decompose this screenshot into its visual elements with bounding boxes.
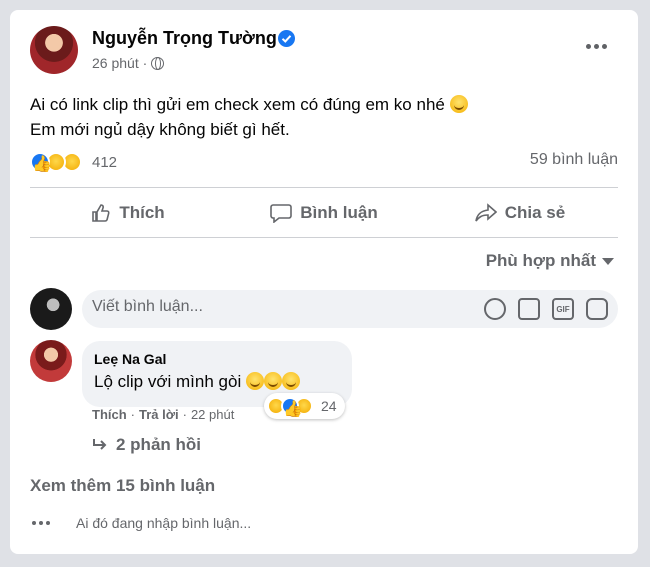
comment-button[interactable]: Bình luận bbox=[226, 190, 422, 236]
post-time[interactable]: 26 phút · bbox=[92, 55, 147, 71]
reaction-summary[interactable]: 412 bbox=[30, 152, 117, 172]
grin-emoji-icon bbox=[263, 372, 282, 390]
comment-label: Bình luận bbox=[300, 203, 378, 222]
comment-text-content: Lộ clip với mình gòi bbox=[94, 372, 242, 391]
globe-icon bbox=[151, 56, 165, 70]
typing-text: Ai đó đang nhập bình luận... bbox=[76, 515, 252, 531]
comment-count[interactable]: 59 bình luận bbox=[530, 151, 618, 169]
view-replies[interactable]: 2 phản hồi bbox=[92, 435, 201, 455]
camera-icon[interactable] bbox=[518, 298, 540, 320]
author-avatar[interactable] bbox=[30, 26, 78, 74]
comment-input[interactable] bbox=[92, 298, 462, 316]
grin-emoji-icon bbox=[245, 372, 264, 390]
composer-icons: GIF bbox=[484, 298, 608, 320]
comment-icon bbox=[270, 204, 293, 223]
comment-reply-link[interactable]: Trả lời bbox=[139, 407, 179, 422]
reaction-count: 412 bbox=[92, 153, 118, 171]
comment-like-link[interactable]: Thích bbox=[92, 407, 127, 422]
more-icon[interactable] bbox=[578, 34, 614, 58]
share-button[interactable]: Chia sẻ bbox=[422, 190, 618, 236]
like-button[interactable]: Thích bbox=[30, 190, 226, 236]
typing-indicator: Ai đó đang nhập bình luận... bbox=[32, 515, 251, 531]
post-card: Nguyễn Trọng Tường 26 phút · Ai có link … bbox=[10, 10, 638, 554]
share-label: Chia sẻ bbox=[504, 203, 566, 222]
comment-reactions[interactable]: 24 bbox=[264, 393, 345, 419]
commenter-avatar[interactable] bbox=[30, 340, 72, 382]
caret-icon bbox=[602, 257, 614, 265]
reply-arrow-icon bbox=[93, 439, 107, 450]
replies-label: 2 phản hồi bbox=[116, 435, 201, 454]
my-avatar[interactable] bbox=[30, 288, 72, 330]
sort-label: Phù hợp nhất bbox=[485, 251, 596, 270]
like-reaction-icon bbox=[281, 397, 299, 415]
divider bbox=[30, 187, 618, 188]
see-more-comments[interactable]: Xem thêm 15 bình luận bbox=[30, 476, 215, 496]
grin-emoji-icon bbox=[281, 372, 300, 390]
sort-dropdown[interactable]: Phù hợp nhất bbox=[486, 251, 614, 271]
comment-composer[interactable]: GIF bbox=[82, 290, 618, 328]
author-name[interactable]: Nguyễn Trọng Tường bbox=[92, 28, 277, 49]
comment-text: Lộ clip với mình gòi bbox=[94, 372, 300, 392]
smile-emoji-icon bbox=[449, 95, 468, 113]
gif-icon[interactable]: GIF bbox=[552, 298, 574, 320]
post-text: Ai có link clip thì gửi em check xem có … bbox=[30, 92, 468, 142]
post-text-line1: Ai có link clip thì gửi em check xem có … bbox=[30, 95, 445, 114]
comment-meta: Thích · Trả lời · 22 phút bbox=[92, 407, 234, 422]
divider bbox=[30, 237, 618, 238]
like-icon bbox=[92, 204, 110, 222]
sticker-icon[interactable] bbox=[586, 298, 608, 320]
typing-dots-icon bbox=[32, 521, 50, 525]
like-label: Thích bbox=[119, 203, 165, 222]
separator: · bbox=[182, 407, 187, 422]
separator: · bbox=[130, 407, 136, 422]
action-bar: Thích Bình luận Chia sẻ bbox=[30, 190, 618, 236]
smile-icon[interactable] bbox=[484, 298, 506, 320]
commenter-name[interactable]: Leẹ Na Gal bbox=[94, 351, 166, 367]
comment-time[interactable]: 22 phút bbox=[191, 407, 234, 422]
verified-icon bbox=[278, 30, 295, 47]
post-meta: 26 phút · bbox=[92, 55, 165, 71]
share-icon bbox=[474, 203, 497, 222]
post-text-line2: Em mới ngủ dậy không biết gì hết. bbox=[30, 120, 290, 139]
like-reaction-icon bbox=[30, 152, 50, 172]
comment-reaction-count: 24 bbox=[321, 398, 337, 414]
